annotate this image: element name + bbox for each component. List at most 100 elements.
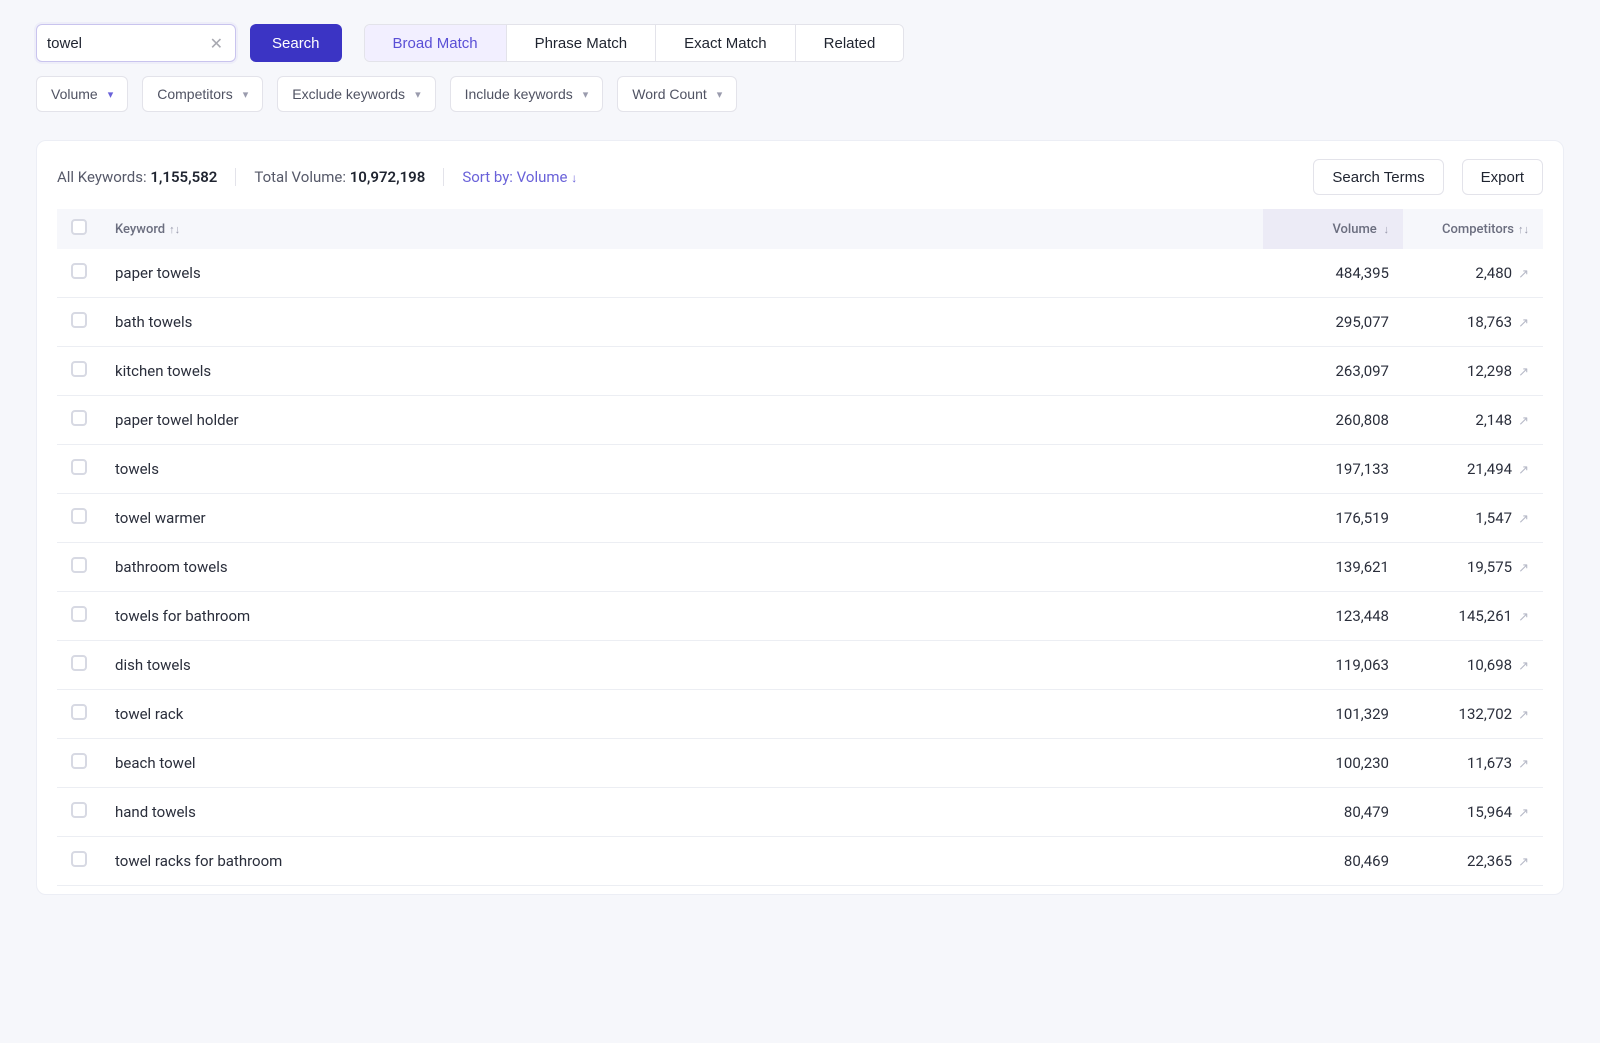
search-input-wrap[interactable]: ✕ — [36, 24, 236, 62]
checkbox-all[interactable] — [71, 219, 87, 235]
keyword-cell[interactable]: towel racks for bathroom — [101, 837, 1263, 886]
row-checkbox[interactable] — [71, 851, 87, 867]
tab-exact-match[interactable]: Exact Match — [656, 25, 796, 61]
competitors-cell[interactable]: 11,673↗ — [1403, 739, 1543, 788]
keyword-cell[interactable]: hand towels — [101, 788, 1263, 837]
volume-cell: 80,469 — [1263, 837, 1403, 886]
row-checkbox[interactable] — [71, 459, 87, 475]
search-button[interactable]: Search — [250, 24, 342, 62]
results-card: All Keywords: 1,155,582 Total Volume: 10… — [36, 140, 1564, 895]
arrow-down-icon: ↓ — [1381, 223, 1389, 236]
external-link-icon[interactable]: ↗ — [1518, 610, 1529, 625]
competitors-cell[interactable]: 18,763↗ — [1403, 298, 1543, 347]
external-link-icon[interactable]: ↗ — [1518, 463, 1529, 478]
table-row: hand towels80,47915,964↗ — [57, 788, 1543, 837]
match-tabs: Broad Match Phrase Match Exact Match Rel… — [364, 24, 905, 62]
row-checkbox[interactable] — [71, 704, 87, 720]
volume-cell: 260,808 — [1263, 396, 1403, 445]
keyword-cell[interactable]: paper towel holder — [101, 396, 1263, 445]
external-link-icon[interactable]: ↗ — [1518, 757, 1529, 772]
keywords-table: Keyword↑↓ Volume ↓ Competitors↑↓ paper t… — [57, 209, 1543, 886]
table-row: towels for bathroom123,448145,261↗ — [57, 592, 1543, 641]
chevron-down-icon: ▾ — [243, 88, 249, 101]
filter-volume[interactable]: Volume ▾ — [36, 76, 128, 112]
tab-phrase-match[interactable]: Phrase Match — [507, 25, 657, 61]
external-link-icon[interactable]: ↗ — [1518, 561, 1529, 576]
table-row: bath towels295,07718,763↗ — [57, 298, 1543, 347]
competitors-cell[interactable]: 21,494↗ — [1403, 445, 1543, 494]
external-link-icon[interactable]: ↗ — [1518, 267, 1529, 282]
chevron-down-icon: ▾ — [108, 88, 114, 101]
competitors-cell[interactable]: 10,698↗ — [1403, 641, 1543, 690]
competitors-cell[interactable]: 132,702↗ — [1403, 690, 1543, 739]
row-checkbox[interactable] — [71, 263, 87, 279]
external-link-icon[interactable]: ↗ — [1518, 855, 1529, 870]
competitors-cell[interactable]: 15,964↗ — [1403, 788, 1543, 837]
keyword-cell[interactable]: beach towel — [101, 739, 1263, 788]
row-checkbox[interactable] — [71, 312, 87, 328]
table-row: bathroom towels139,62119,575↗ — [57, 543, 1543, 592]
filter-include-keywords[interactable]: Include keywords ▾ — [450, 76, 604, 112]
external-link-icon[interactable]: ↗ — [1518, 659, 1529, 674]
export-button[interactable]: Export — [1462, 159, 1543, 195]
row-checkbox[interactable] — [71, 508, 87, 524]
filter-exclude-keywords[interactable]: Exclude keywords ▾ — [277, 76, 435, 112]
keyword-cell[interactable]: paper towels — [101, 249, 1263, 298]
column-competitors[interactable]: Competitors↑↓ — [1403, 209, 1543, 249]
volume-cell: 119,063 — [1263, 641, 1403, 690]
tab-broad-match[interactable]: Broad Match — [365, 25, 507, 61]
external-link-icon[interactable]: ↗ — [1518, 365, 1529, 380]
filter-label: Word Count — [632, 86, 706, 102]
row-checkbox[interactable] — [71, 557, 87, 573]
chevron-down-icon: ▾ — [415, 88, 421, 101]
row-checkbox[interactable] — [71, 606, 87, 622]
row-checkbox[interactable] — [71, 410, 87, 426]
filter-competitors[interactable]: Competitors ▾ — [142, 76, 263, 112]
divider — [235, 168, 236, 186]
row-checkbox[interactable] — [71, 802, 87, 818]
row-checkbox[interactable] — [71, 753, 87, 769]
competitors-cell[interactable]: 19,575↗ — [1403, 543, 1543, 592]
external-link-icon[interactable]: ↗ — [1518, 512, 1529, 527]
row-checkbox[interactable] — [71, 655, 87, 671]
keyword-cell[interactable]: bathroom towels — [101, 543, 1263, 592]
column-keyword[interactable]: Keyword↑↓ — [101, 209, 1263, 249]
external-link-icon[interactable]: ↗ — [1518, 708, 1529, 723]
table-row: dish towels119,06310,698↗ — [57, 641, 1543, 690]
keyword-cell[interactable]: kitchen towels — [101, 347, 1263, 396]
table-row: beach towel100,23011,673↗ — [57, 739, 1543, 788]
volume-cell: 80,479 — [1263, 788, 1403, 837]
sort-by[interactable]: Sort by: Volume ↓ — [462, 168, 577, 186]
arrow-down-icon: ↓ — [571, 171, 577, 185]
column-checkbox — [57, 209, 101, 249]
volume-cell: 295,077 — [1263, 298, 1403, 347]
volume-cell: 100,230 — [1263, 739, 1403, 788]
volume-cell: 123,448 — [1263, 592, 1403, 641]
search-input[interactable] — [47, 35, 208, 52]
external-link-icon[interactable]: ↗ — [1518, 316, 1529, 331]
competitors-cell[interactable]: 22,365↗ — [1403, 837, 1543, 886]
keyword-cell[interactable]: towel rack — [101, 690, 1263, 739]
external-link-icon[interactable]: ↗ — [1518, 414, 1529, 429]
keyword-cell[interactable]: towels — [101, 445, 1263, 494]
filter-word-count[interactable]: Word Count ▾ — [617, 76, 737, 112]
competitors-cell[interactable]: 2,148↗ — [1403, 396, 1543, 445]
competitors-cell[interactable]: 12,298↗ — [1403, 347, 1543, 396]
keyword-cell[interactable]: bath towels — [101, 298, 1263, 347]
keyword-cell[interactable]: towel warmer — [101, 494, 1263, 543]
competitors-cell[interactable]: 145,261↗ — [1403, 592, 1543, 641]
column-volume[interactable]: Volume ↓ — [1263, 209, 1403, 249]
clear-icon[interactable]: ✕ — [208, 34, 225, 53]
filter-label: Competitors — [157, 86, 232, 102]
table-row: paper towels484,3952,480↗ — [57, 249, 1543, 298]
keyword-cell[interactable]: towels for bathroom — [101, 592, 1263, 641]
competitors-cell[interactable]: 1,547↗ — [1403, 494, 1543, 543]
competitors-cell[interactable]: 2,480↗ — [1403, 249, 1543, 298]
search-terms-button[interactable]: Search Terms — [1313, 159, 1443, 195]
row-checkbox[interactable] — [71, 361, 87, 377]
keyword-cell[interactable]: dish towels — [101, 641, 1263, 690]
volume-cell: 139,621 — [1263, 543, 1403, 592]
external-link-icon[interactable]: ↗ — [1518, 806, 1529, 821]
tab-related[interactable]: Related — [796, 25, 904, 61]
table-row: towel warmer176,5191,547↗ — [57, 494, 1543, 543]
